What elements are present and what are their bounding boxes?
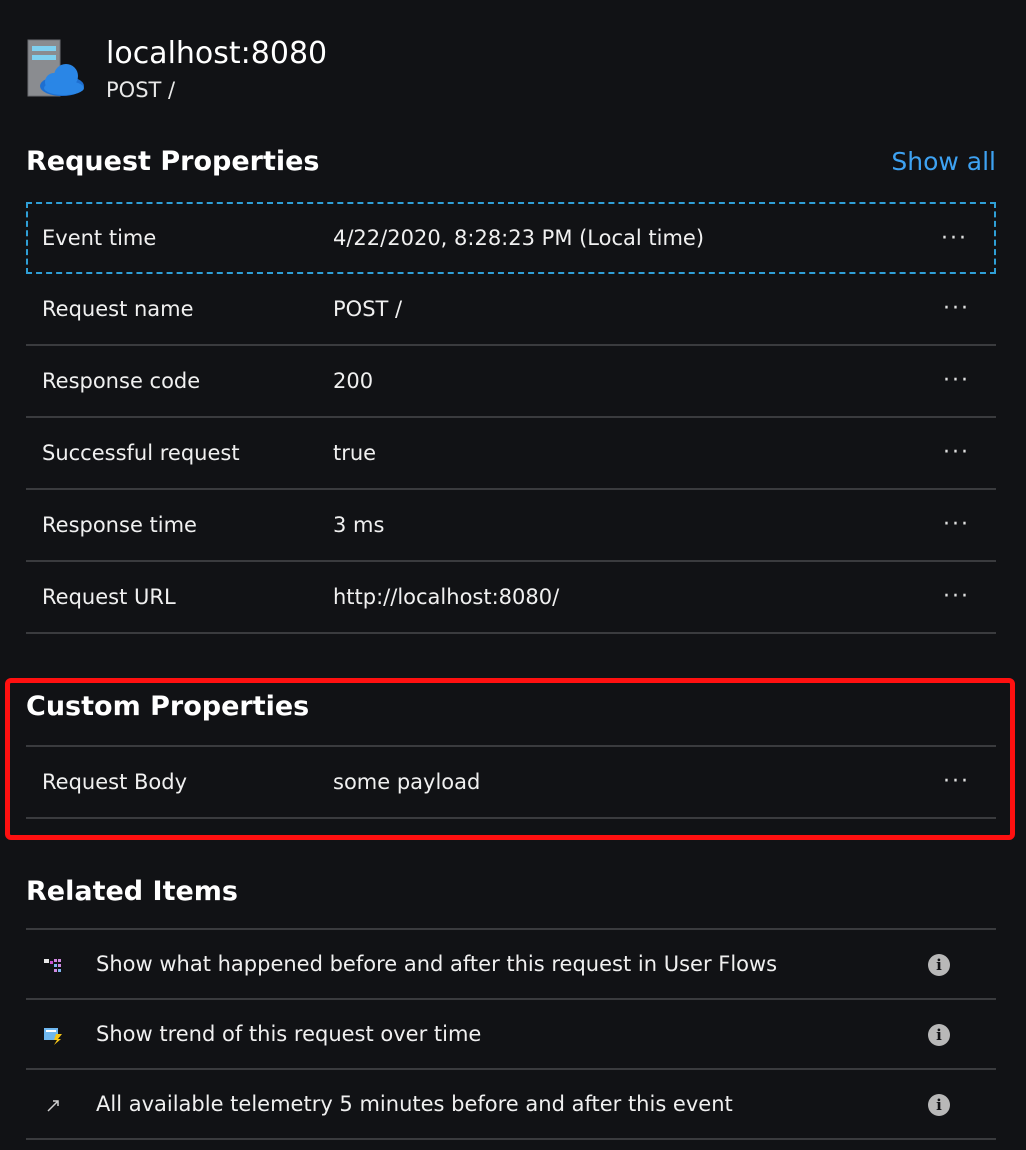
related-item-user-flows[interactable]: Show what happened before and after this…: [26, 930, 996, 1000]
server-cloud-icon: [26, 36, 86, 98]
related-items-title: Related Items: [26, 876, 238, 907]
property-row-event-time[interactable]: Event time 4/22/2020, 8:28:23 PM (Local …: [26, 202, 996, 274]
page-title: localhost:8080: [106, 36, 328, 71]
related-items-list: Show what happened before and after this…: [26, 930, 996, 1140]
property-name: Event time: [42, 226, 157, 250]
request-details-panel: localhost:8080 POST / Request Properties…: [0, 0, 1026, 1150]
property-value: POST /: [333, 297, 403, 321]
property-name: Successful request: [42, 441, 240, 465]
property-value: true: [333, 441, 377, 465]
page-subtitle: POST /: [106, 78, 176, 102]
info-icon[interactable]: i: [928, 954, 950, 976]
related-item-trend[interactable]: Show trend of this request over time i: [26, 1000, 996, 1070]
arrow-up-right-icon: [44, 1096, 64, 1114]
property-value: 200: [333, 369, 374, 393]
related-item-label: Show what happened before and after this…: [96, 952, 778, 976]
header: localhost:8080 POST /: [26, 36, 327, 104]
related-item-label: Show trend of this request over time: [96, 1022, 482, 1046]
property-row-request-name[interactable]: Request name POST / ···: [26, 274, 996, 346]
more-options-icon[interactable]: ···: [941, 226, 968, 251]
more-options-icon[interactable]: ···: [943, 584, 970, 609]
user-flows-icon: [44, 956, 64, 974]
related-item-telemetry[interactable]: All available telemetry 5 minutes before…: [26, 1070, 996, 1140]
more-options-icon[interactable]: ···: [943, 440, 970, 465]
highlight-annotation-box: [5, 678, 1015, 840]
property-name: Request URL: [42, 585, 176, 609]
info-icon[interactable]: i: [928, 1024, 950, 1046]
property-value: http://localhost:8080/: [333, 585, 560, 609]
property-name: Response code: [42, 369, 201, 393]
property-row-successful-request[interactable]: Successful request true ···: [26, 418, 996, 490]
show-all-link[interactable]: Show all: [891, 147, 996, 176]
request-properties-table: Event time 4/22/2020, 8:28:23 PM (Local …: [26, 202, 996, 634]
property-row-response-code[interactable]: Response code 200 ···: [26, 346, 996, 418]
trend-chart-icon: [44, 1026, 64, 1045]
property-value: 3 ms: [333, 513, 385, 537]
more-options-icon[interactable]: ···: [943, 368, 970, 393]
property-name: Response time: [42, 513, 197, 537]
property-row-request-url[interactable]: Request URL http://localhost:8080/ ···: [26, 562, 996, 634]
property-name: Request name: [42, 297, 194, 321]
related-item-label: All available telemetry 5 minutes before…: [96, 1092, 733, 1116]
more-options-icon[interactable]: ···: [943, 296, 970, 321]
more-options-icon[interactable]: ···: [943, 512, 970, 537]
request-properties-title: Request Properties: [26, 146, 320, 177]
property-row-response-time[interactable]: Response time 3 ms ···: [26, 490, 996, 562]
property-value: 4/22/2020, 8:28:23 PM (Local time): [333, 226, 705, 250]
info-icon[interactable]: i: [928, 1094, 950, 1116]
